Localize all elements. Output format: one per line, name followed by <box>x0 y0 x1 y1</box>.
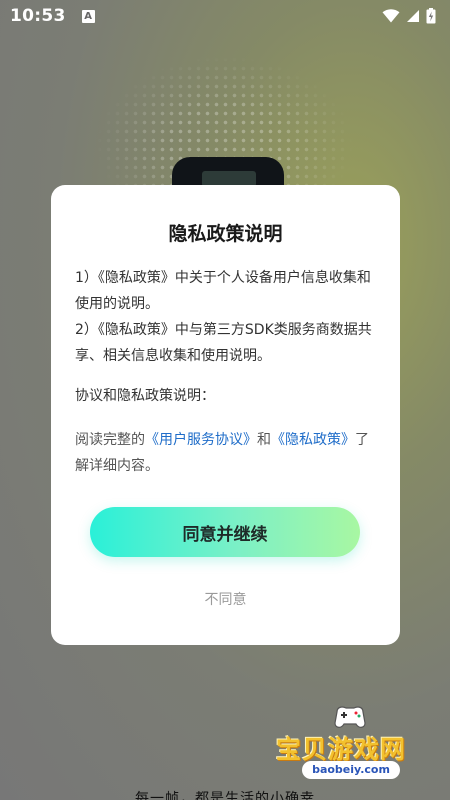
read-prefix: 阅读完整的 <box>75 432 145 448</box>
watermark-logo: 宝贝游戏网 baobeiy.com <box>272 700 432 790</box>
privacy-dialog: 隐私政策说明 1）《隐私政策》中关于个人设备用户信息收集和使用的说明。 2）《隐… <box>51 185 400 645</box>
privacy-item-2: 2）《隐私政策》中与第三方SDK类服务商数据共享、相关信息收集和使用说明。 <box>75 322 372 364</box>
notification-a-icon: A <box>81 9 95 23</box>
read-more-text: 阅读完整的《用户服务协议》和《隐私政策》了解详细内容。 <box>75 427 378 479</box>
signal-icon <box>407 10 419 22</box>
status-icons <box>382 8 436 24</box>
privacy-policy-link[interactable]: 《隐私政策》 <box>271 432 355 448</box>
privacy-item-1: 1）《隐私政策》中关于个人设备用户信息收集和使用的说明。 <box>75 270 371 312</box>
status-bar: 10:53 A <box>0 0 450 32</box>
agree-continue-button[interactable]: 同意并继续 <box>90 507 360 557</box>
dialog-title: 隐私政策说明 <box>168 223 283 245</box>
disagree-button[interactable]: 不同意 <box>51 589 400 609</box>
battery-charging-icon <box>426 8 436 24</box>
wifi-icon <box>382 9 400 23</box>
user-agreement-link[interactable]: 《用户服务协议》 <box>145 432 257 448</box>
read-and: 和 <box>257 432 271 448</box>
section-title: 协议和隐私政策说明： <box>75 388 215 404</box>
dialog-body: 1）《隐私政策》中关于个人设备用户信息收集和使用的说明。 2）《隐私政策》中与第… <box>75 265 378 479</box>
status-time: 10:53 <box>10 6 66 26</box>
watermark-domain: baobeiy.com <box>302 761 400 779</box>
gamepad-icon <box>334 706 366 728</box>
